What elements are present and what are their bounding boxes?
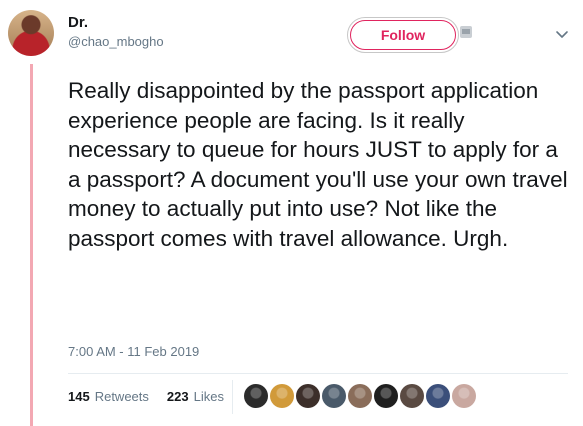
- author-name[interactable]: Dr.: [68, 14, 88, 31]
- retweets-label[interactable]: Retweets: [95, 389, 149, 404]
- liker-avatar[interactable]: [348, 384, 372, 408]
- retweets-count[interactable]: 145: [68, 389, 90, 404]
- stats-separator: [232, 380, 233, 414]
- timestamp[interactable]: 7:00 AM - 11 Feb 2019: [68, 344, 199, 359]
- chevron-down-icon[interactable]: [554, 26, 570, 42]
- tweet-text: Really disappointed by the passport appl…: [68, 78, 568, 251]
- liker-avatar[interactable]: [270, 384, 294, 408]
- likers-list: [244, 384, 476, 408]
- author-handle[interactable]: @chao_mbogho: [68, 34, 164, 49]
- divider: [68, 373, 568, 374]
- tweet-stats: 145 Retweets 223 Likes: [68, 389, 224, 404]
- liker-avatar[interactable]: [426, 384, 450, 408]
- image-icon: [460, 26, 472, 38]
- liker-avatar[interactable]: [322, 384, 346, 408]
- avatar[interactable]: [8, 10, 54, 56]
- likes-label[interactable]: Likes: [194, 389, 224, 404]
- liker-avatar[interactable]: [374, 384, 398, 408]
- liker-avatar[interactable]: [452, 384, 476, 408]
- liker-avatar[interactable]: [296, 384, 320, 408]
- thread-line: [30, 64, 33, 426]
- likes-count[interactable]: 223: [167, 389, 189, 404]
- liker-avatar[interactable]: [400, 384, 424, 408]
- liker-avatar[interactable]: [244, 384, 268, 408]
- follow-button[interactable]: Follow: [347, 17, 459, 53]
